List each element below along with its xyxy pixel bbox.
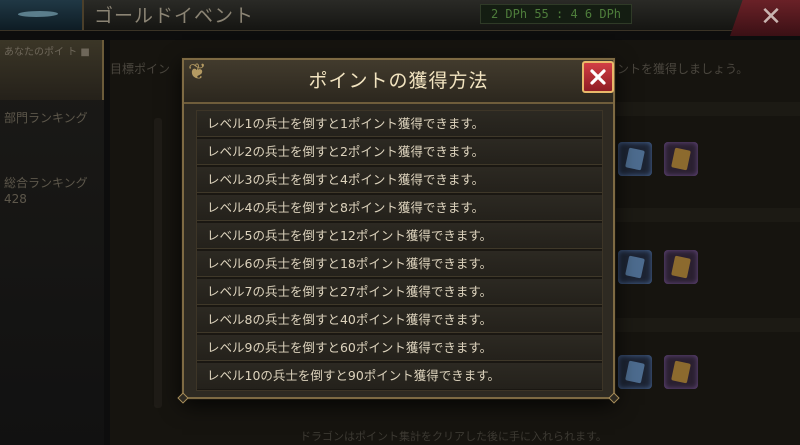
- list-item: レベル5の兵士を倒すと12ポイント獲得できます。: [197, 223, 602, 249]
- list-item: レベル8の兵士を倒すと40ポイント獲得できます。: [197, 307, 602, 333]
- list-item-text: レベル1の兵士を倒すと1ポイント獲得できます。: [207, 116, 485, 131]
- sidebar-item-overall-ranking[interactable]: 総合ランキング 428: [0, 175, 104, 207]
- reward-row-header: [590, 318, 800, 332]
- hint-text-left: 目標ポイン: [110, 62, 171, 76]
- sidebar-item-department-ranking[interactable]: 部門ランキング: [0, 110, 104, 126]
- sidebar-item-my-points[interactable]: あなたのポイ ト ■: [0, 40, 104, 100]
- list-item: レベル1の兵士を倒すと1ポイント獲得できます。: [197, 111, 602, 137]
- list-item: レベル6の兵士を倒すと18ポイント獲得できます。: [197, 251, 602, 277]
- screen-title: ゴールドイベント: [94, 5, 255, 27]
- reward-item-icon[interactable]: [664, 142, 698, 176]
- close-x-icon: [590, 69, 606, 85]
- scrollbar[interactable]: [154, 118, 162, 408]
- reward-item-icon[interactable]: [618, 355, 652, 389]
- list-item: レベル10の兵士を倒すと90ポイント獲得できます。: [197, 363, 602, 389]
- list-item-text: レベル2の兵士を倒すと2ポイント獲得できます。: [207, 144, 485, 159]
- hint-text-right: ントを獲得しましょう。: [617, 62, 749, 76]
- reward-item-icon[interactable]: [618, 250, 652, 284]
- reward-item-icon[interactable]: [664, 250, 698, 284]
- list-item: レベル9の兵士を倒すと60ポイント獲得できます。: [197, 335, 602, 361]
- footer-note: ドラゴンはポイント集計をクリアした後に手に入れられます。: [300, 430, 607, 443]
- list-item-text: レベル3の兵士を倒すと4ポイント獲得できます。: [207, 172, 485, 187]
- reward-row-header: [590, 102, 800, 116]
- reward-row-header: [590, 208, 800, 222]
- points-list: レベル1の兵士を倒すと1ポイント獲得できます。 レベル2の兵士を倒すと2ポイント…: [196, 110, 603, 391]
- back-button[interactable]: [0, 0, 84, 30]
- list-item-text: レベル8の兵士を倒すと40ポイント獲得できます。: [207, 312, 493, 327]
- reward-item-icon[interactable]: [618, 142, 652, 176]
- event-timer: 2 DPh 55 : 4 6 DPh: [480, 4, 632, 24]
- close-button[interactable]: [582, 61, 614, 93]
- list-item: レベル4の兵士を倒すと8ポイント獲得できます。: [197, 195, 602, 221]
- list-item-text: レベル9の兵士を倒すと60ポイント獲得できます。: [207, 340, 493, 355]
- dialog-header: ❦ ポイントの獲得方法: [184, 60, 613, 104]
- list-item-text: レベル7の兵士を倒すと27ポイント獲得できます。: [207, 284, 493, 299]
- list-item-text: レベル6の兵士を倒すと18ポイント獲得できます。: [207, 256, 493, 271]
- list-item: レベル3の兵士を倒すと4ポイント獲得できます。: [197, 167, 602, 193]
- list-item-text: レベル10の兵士を倒すと90ポイント獲得できます。: [207, 368, 501, 383]
- list-item: レベル7の兵士を倒すと27ポイント獲得できます。: [197, 279, 602, 305]
- reward-item-icon[interactable]: [664, 355, 698, 389]
- list-item-text: レベル5の兵士を倒すと12ポイント獲得できます。: [207, 228, 493, 243]
- points-info-dialog: ❦ ポイントの獲得方法 レベル1の兵士を倒すと1ポイント獲得できます。 レベル2…: [177, 58, 620, 404]
- list-item-text: レベル4の兵士を倒すと8ポイント獲得できます。: [207, 200, 485, 215]
- dialog-title: ポイントの獲得方法: [308, 70, 489, 92]
- list-item: レベル2の兵士を倒すと2ポイント獲得できます。: [197, 139, 602, 165]
- sidebar: [0, 40, 104, 445]
